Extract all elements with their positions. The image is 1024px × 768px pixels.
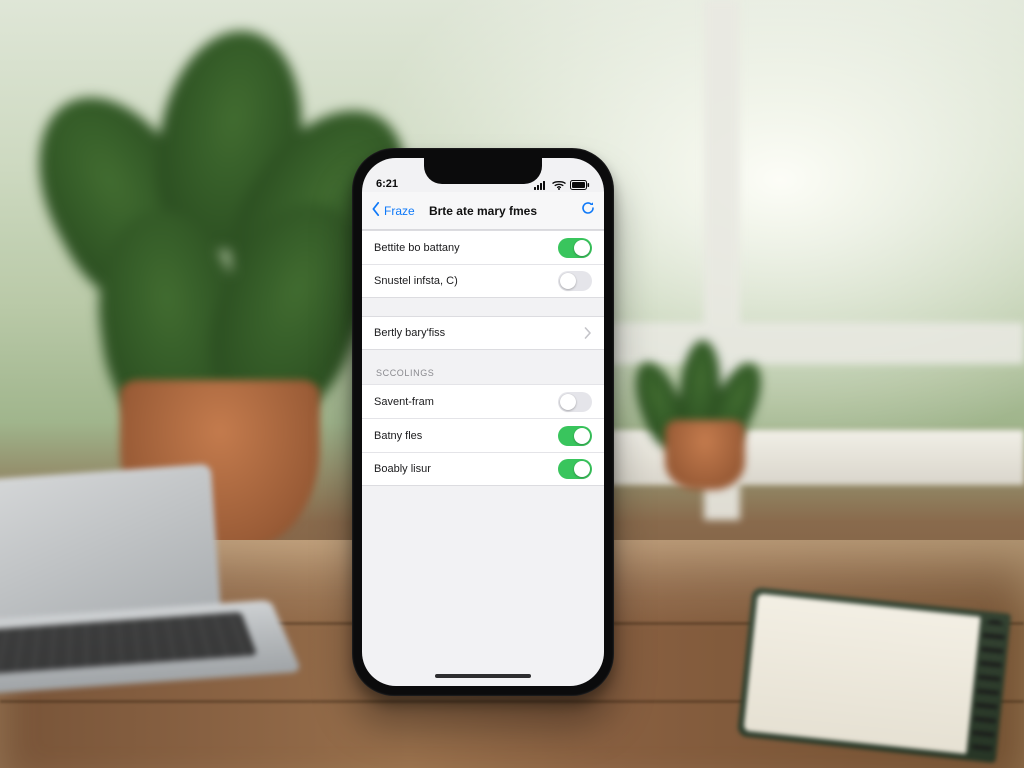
settings-row: Bettite bo battany xyxy=(362,230,604,264)
settings-row-label: Batny fles xyxy=(374,430,558,442)
chevron-right-icon xyxy=(584,327,592,339)
home-indicator[interactable] xyxy=(435,674,531,678)
battery-icon xyxy=(570,180,590,190)
settings-list: Bettite bo battany Snustel infsta, C) Bert… xyxy=(362,230,604,486)
settings-group: Sccolings Savent-fram Batny fles Boably lis… xyxy=(362,368,604,486)
status-time: 6:21 xyxy=(376,178,398,190)
settings-row: Boably lisur xyxy=(362,452,604,486)
phone-screen: 6:21 Fra xyxy=(362,158,604,686)
cellular-icon xyxy=(534,180,548,190)
wifi-icon xyxy=(552,180,566,190)
settings-row: Snustel infsta, C) xyxy=(362,264,604,298)
nav-refresh-button[interactable] xyxy=(580,200,596,221)
toggle-switch[interactable] xyxy=(558,238,592,258)
phone-notch xyxy=(424,158,542,184)
chevron-left-icon xyxy=(370,202,382,219)
settings-row-label: Boably lisur xyxy=(374,463,558,475)
laptop xyxy=(0,459,299,741)
smartphone: 6:21 Fra xyxy=(352,148,614,696)
toggle-switch[interactable] xyxy=(558,271,592,291)
refresh-icon xyxy=(580,203,596,220)
settings-row-label: Bertly bary'fiss xyxy=(374,327,584,339)
toggle-switch[interactable] xyxy=(558,459,592,479)
spiral-notebook xyxy=(737,587,1011,763)
photo-scene: 6:21 Fra xyxy=(0,0,1024,768)
settings-row: Batny fles xyxy=(362,418,604,452)
settings-row[interactable]: Bertly bary'fiss xyxy=(362,316,604,350)
back-button[interactable]: Fraze xyxy=(370,202,415,219)
settings-row: Savent-fram xyxy=(362,384,604,418)
group-header: Sccolings xyxy=(362,368,604,384)
nav-bar: Fraze Brte ate mary fmes xyxy=(362,192,604,230)
settings-row-label: Bettite bo battany xyxy=(374,242,558,254)
back-label: Fraze xyxy=(384,204,415,218)
settings-row-label: Snustel infsta, C) xyxy=(374,275,558,287)
settings-group: Bettite bo battany Snustel infsta, C) xyxy=(362,230,604,298)
toggle-switch[interactable] xyxy=(558,392,592,412)
plant-pot-small xyxy=(665,420,745,490)
toggle-switch[interactable] xyxy=(558,426,592,446)
settings-group: Bertly bary'fiss xyxy=(362,316,604,350)
settings-row-label: Savent-fram xyxy=(374,396,558,408)
